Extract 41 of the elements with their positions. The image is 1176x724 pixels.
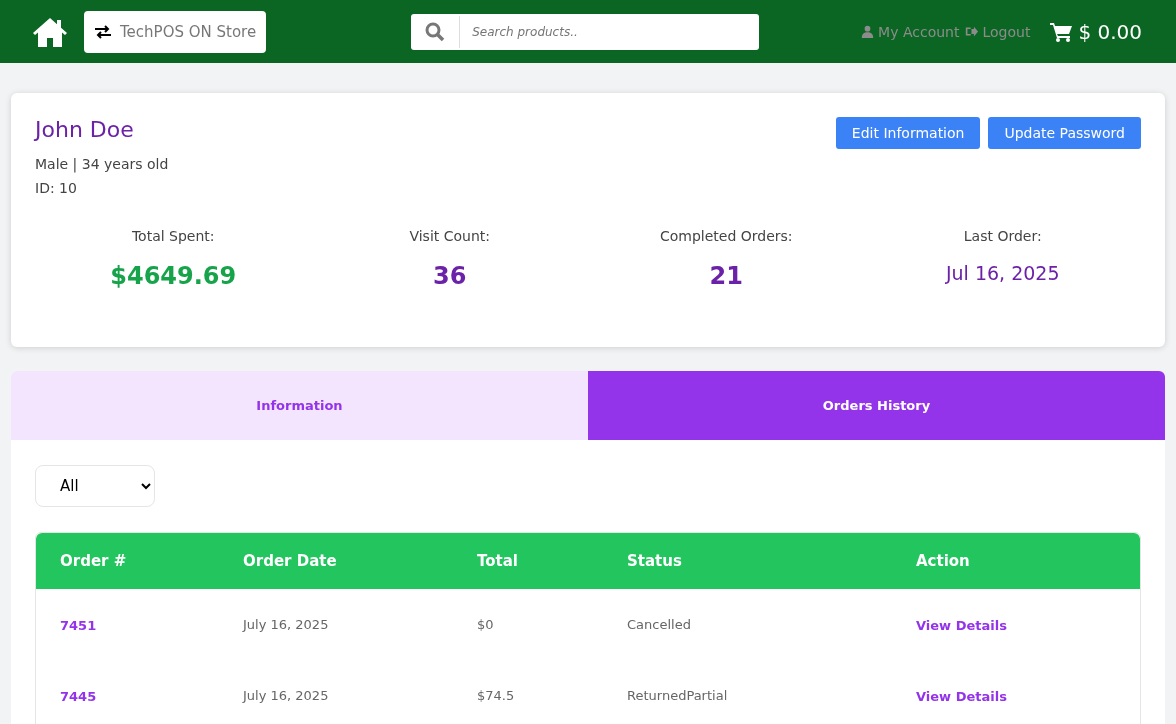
stat-label: Completed Orders:: [659, 228, 793, 244]
table-cell-text: July 16, 2025: [243, 688, 330, 703]
view-details-link[interactable]: View Details: [916, 689, 1007, 704]
home-icon[interactable]: [32, 15, 68, 48]
stat-value: 21: [709, 262, 743, 290]
user-icon: [861, 25, 875, 38]
stat-label: Last Order:: [963, 228, 1042, 244]
swap-arrows-icon: [94, 24, 112, 39]
stat-value: 36: [433, 262, 467, 290]
order-number-link[interactable]: 7451: [60, 618, 97, 633]
view-details-link[interactable]: View Details: [916, 618, 1007, 633]
table-cell-text: July 16, 2025: [243, 617, 330, 632]
search-icon: [425, 21, 446, 42]
edit-information-button[interactable]: Edit Information: [835, 117, 981, 149]
update-password-button[interactable]: Update Password: [988, 117, 1141, 149]
customer-name: John Doe: [35, 117, 135, 142]
search-field[interactable]: Search products..: [411, 13, 760, 50]
stat-label: Visit Count:: [409, 228, 491, 244]
column-header: Action: [916, 552, 971, 570]
stat-value: Jul 16, 2025: [945, 262, 1060, 284]
cart-icon[interactable]: [1050, 21, 1073, 42]
column-header: Order #: [60, 552, 128, 570]
logout-icon: [965, 25, 979, 38]
tab[interactable]: Information: [11, 371, 588, 440]
customer-details: Male | 34 years old: [35, 155, 169, 175]
table-cell-text: $74.5: [477, 688, 516, 703]
stat-value: $4649.69: [110, 262, 237, 290]
cart-total: $ 0.00: [1078, 19, 1142, 44]
store-switch-button[interactable]: TechPOS ON Store: [84, 10, 267, 53]
search-input[interactable]: Search products..: [460, 24, 760, 39]
order-number-link[interactable]: 7445: [60, 689, 97, 704]
tab[interactable]: Orders History: [588, 371, 1165, 440]
stat-label: Total Spent:: [131, 228, 215, 244]
column-header: Status: [627, 552, 683, 570]
customer-id: ID: 10: [35, 179, 78, 198]
column-header: Order Date: [243, 552, 338, 570]
table-cell-text: Cancelled: [627, 617, 692, 632]
column-header: Total: [477, 552, 519, 570]
status-filter-dropdown[interactable]: All: [35, 465, 155, 507]
table-cell-text: ReturnedPartial: [627, 688, 729, 703]
table-cell-text: $0: [477, 617, 495, 632]
